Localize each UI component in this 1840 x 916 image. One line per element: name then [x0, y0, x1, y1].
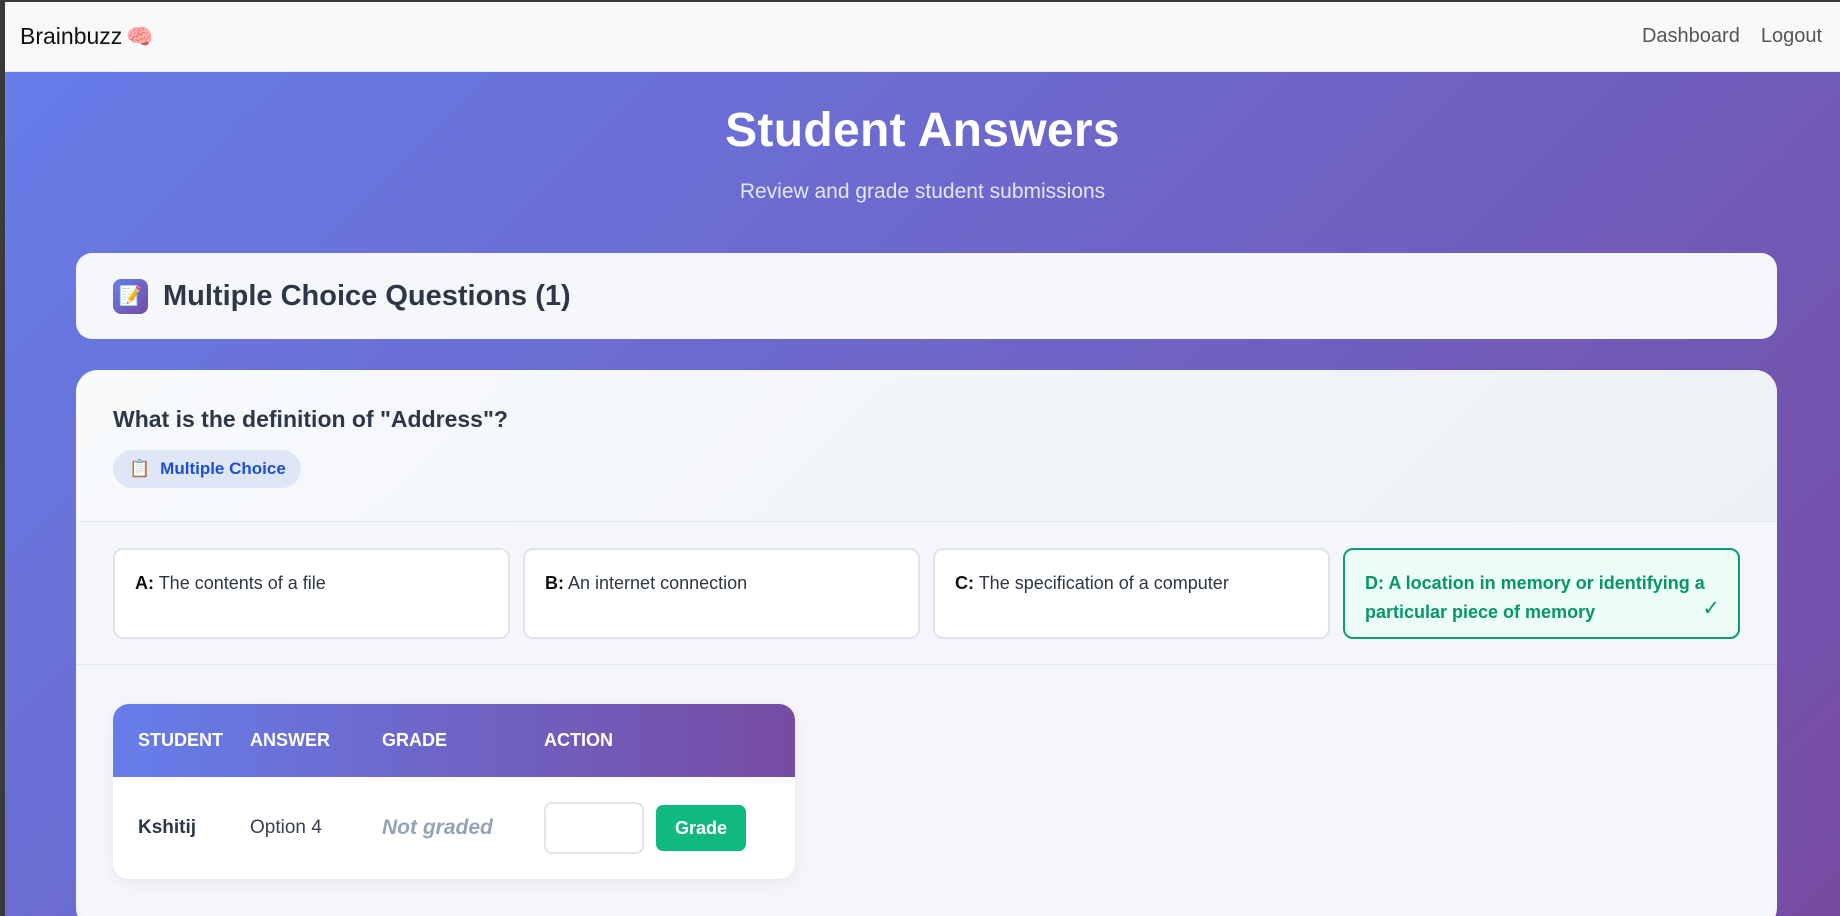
grade-action: Grade: [544, 802, 795, 854]
table-header: STUDENT ANSWER GRADE ACTION: [113, 704, 795, 777]
page-title: Student Answers: [725, 104, 1120, 157]
option-text: The specification of a computer: [978, 573, 1229, 593]
brand-name: Brainbuzz: [20, 23, 123, 49]
question-type-badge: 📋 Multiple Choice: [113, 450, 301, 488]
memo-icon: 📝: [113, 278, 148, 314]
option-d-correct: D: A location in memory or identifying a…: [1343, 548, 1740, 639]
page-subtitle: Review and grade student submissions: [739, 180, 1106, 203]
grade-input[interactable]: [544, 802, 644, 854]
nav-link-dashboard[interactable]: Dashboard: [1642, 25, 1740, 48]
answers-table: STUDENT ANSWER GRADE ACTION Kshitij Opti…: [113, 704, 795, 879]
nav-link-logout[interactable]: Logout: [1761, 25, 1822, 48]
brand-logo[interactable]: Brainbuzz 🧠: [20, 23, 154, 50]
question-header: What is the definition of "Address"? 📋 M…: [76, 370, 1777, 522]
hero: Student Answers Review and grade student…: [5, 103, 1840, 204]
student-answer: Option 4: [250, 817, 322, 838]
grade-button[interactable]: Grade: [656, 805, 746, 851]
section-title: Multiple Choice Questions (1): [163, 279, 571, 312]
question-type-label: Multiple Choice: [160, 459, 286, 478]
checkmark-icon: ✓: [1702, 597, 1720, 620]
option-c: C: The specification of a computer: [933, 548, 1330, 639]
brain-icon: 🧠: [126, 23, 154, 49]
clipboard-icon: 📋: [129, 459, 151, 478]
student-name: Kshitij: [138, 817, 197, 838]
question-text: What is the definition of "Address"?: [113, 406, 508, 432]
option-key: C:: [955, 573, 974, 593]
column-header-grade: GRADE: [382, 730, 448, 750]
question-card: What is the definition of "Address"? 📋 M…: [76, 370, 1777, 916]
option-text: An internet connection: [568, 573, 748, 593]
column-header-action: ACTION: [544, 730, 613, 750]
options-list: A: The contents of a file B: An internet…: [76, 522, 1777, 665]
option-b: B: An internet connection: [523, 548, 920, 639]
table-row: Kshitij Option 4 Not graded Grade: [113, 777, 795, 879]
column-header-student: STUDENT: [138, 730, 223, 750]
option-text: A location in memory or identifying a pa…: [1365, 573, 1705, 622]
option-key: D:: [1365, 573, 1384, 593]
column-header-answer: ANSWER: [250, 730, 330, 750]
grade-status: Not graded: [382, 816, 493, 839]
option-text: The contents of a file: [158, 573, 326, 593]
section-header: 📝 Multiple Choice Questions (1): [76, 253, 1777, 339]
app-window: Brainbuzz 🧠 Dashboard Logout Student Ans…: [5, 2, 1840, 916]
navbar: Brainbuzz 🧠 Dashboard Logout: [5, 2, 1840, 72]
option-key: B:: [545, 573, 564, 593]
nav-links: Dashboard Logout: [1642, 25, 1822, 48]
option-key: A:: [135, 573, 154, 593]
option-a: A: The contents of a file: [113, 548, 510, 639]
